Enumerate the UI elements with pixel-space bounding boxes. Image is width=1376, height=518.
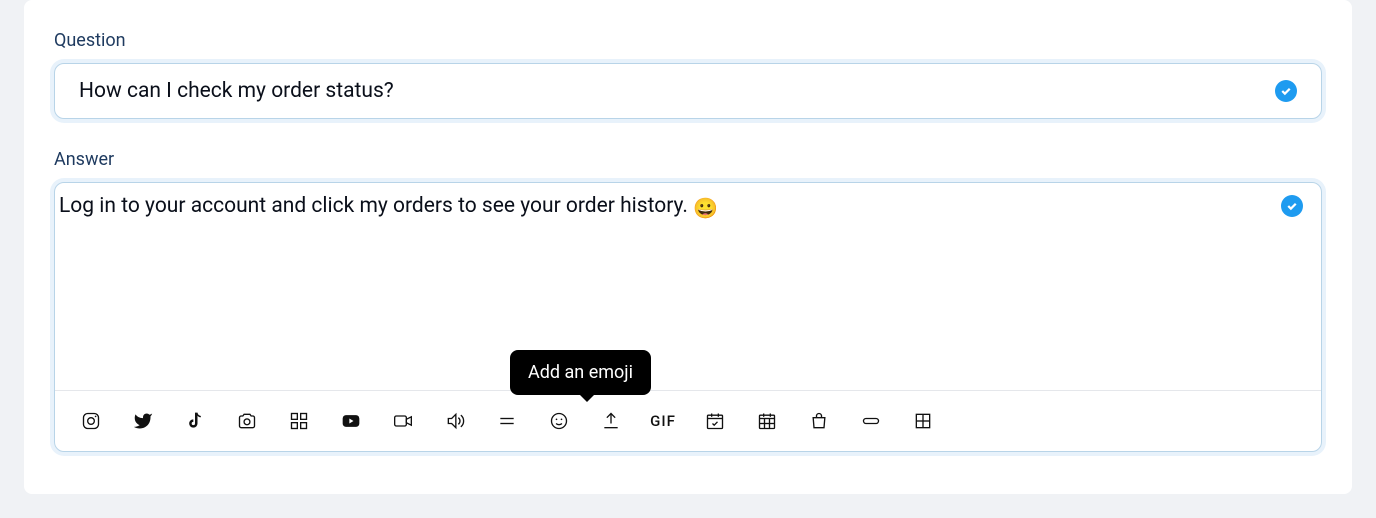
question-label: Question — [54, 30, 1322, 51]
answer-label: Answer — [54, 149, 1322, 170]
table-icon[interactable] — [911, 409, 935, 433]
instagram-icon[interactable] — [79, 409, 103, 433]
question-input[interactable]: How can I check my order status? — [54, 63, 1322, 119]
answer-editor[interactable]: Log in to your account and click my orde… — [54, 182, 1322, 452]
editor-toolbar: Add an emoji — [55, 390, 1321, 451]
answer-inline-emoji: 😀 — [693, 196, 718, 220]
answer-value: Log in to your account and click my orde… — [59, 194, 693, 218]
youtube-icon[interactable] — [339, 409, 363, 433]
audio-icon[interactable] — [443, 409, 467, 433]
date-icon[interactable] — [703, 409, 727, 433]
valid-check-icon — [1281, 195, 1303, 217]
shopping-bag-icon[interactable] — [807, 409, 831, 433]
gif-icon[interactable]: GIF — [651, 409, 675, 433]
equals-icon[interactable] — [495, 409, 519, 433]
question-value: How can I check my order status? — [79, 79, 1275, 103]
emoji-icon[interactable] — [547, 409, 571, 433]
tiktok-icon[interactable] — [183, 409, 207, 433]
tooltip: Add an emoji — [510, 350, 651, 395]
form-card: Question How can I check my order status… — [24, 0, 1352, 494]
twitter-icon[interactable] — [131, 409, 155, 433]
upload-icon[interactable] — [599, 409, 623, 433]
valid-check-icon — [1275, 80, 1297, 102]
answer-content[interactable]: Log in to your account and click my orde… — [55, 183, 1321, 390]
video-icon[interactable] — [391, 409, 415, 433]
gallery-icon[interactable] — [287, 409, 311, 433]
pill-icon[interactable] — [859, 409, 883, 433]
camera-icon[interactable] — [235, 409, 259, 433]
calendar-grid-icon[interactable] — [755, 409, 779, 433]
